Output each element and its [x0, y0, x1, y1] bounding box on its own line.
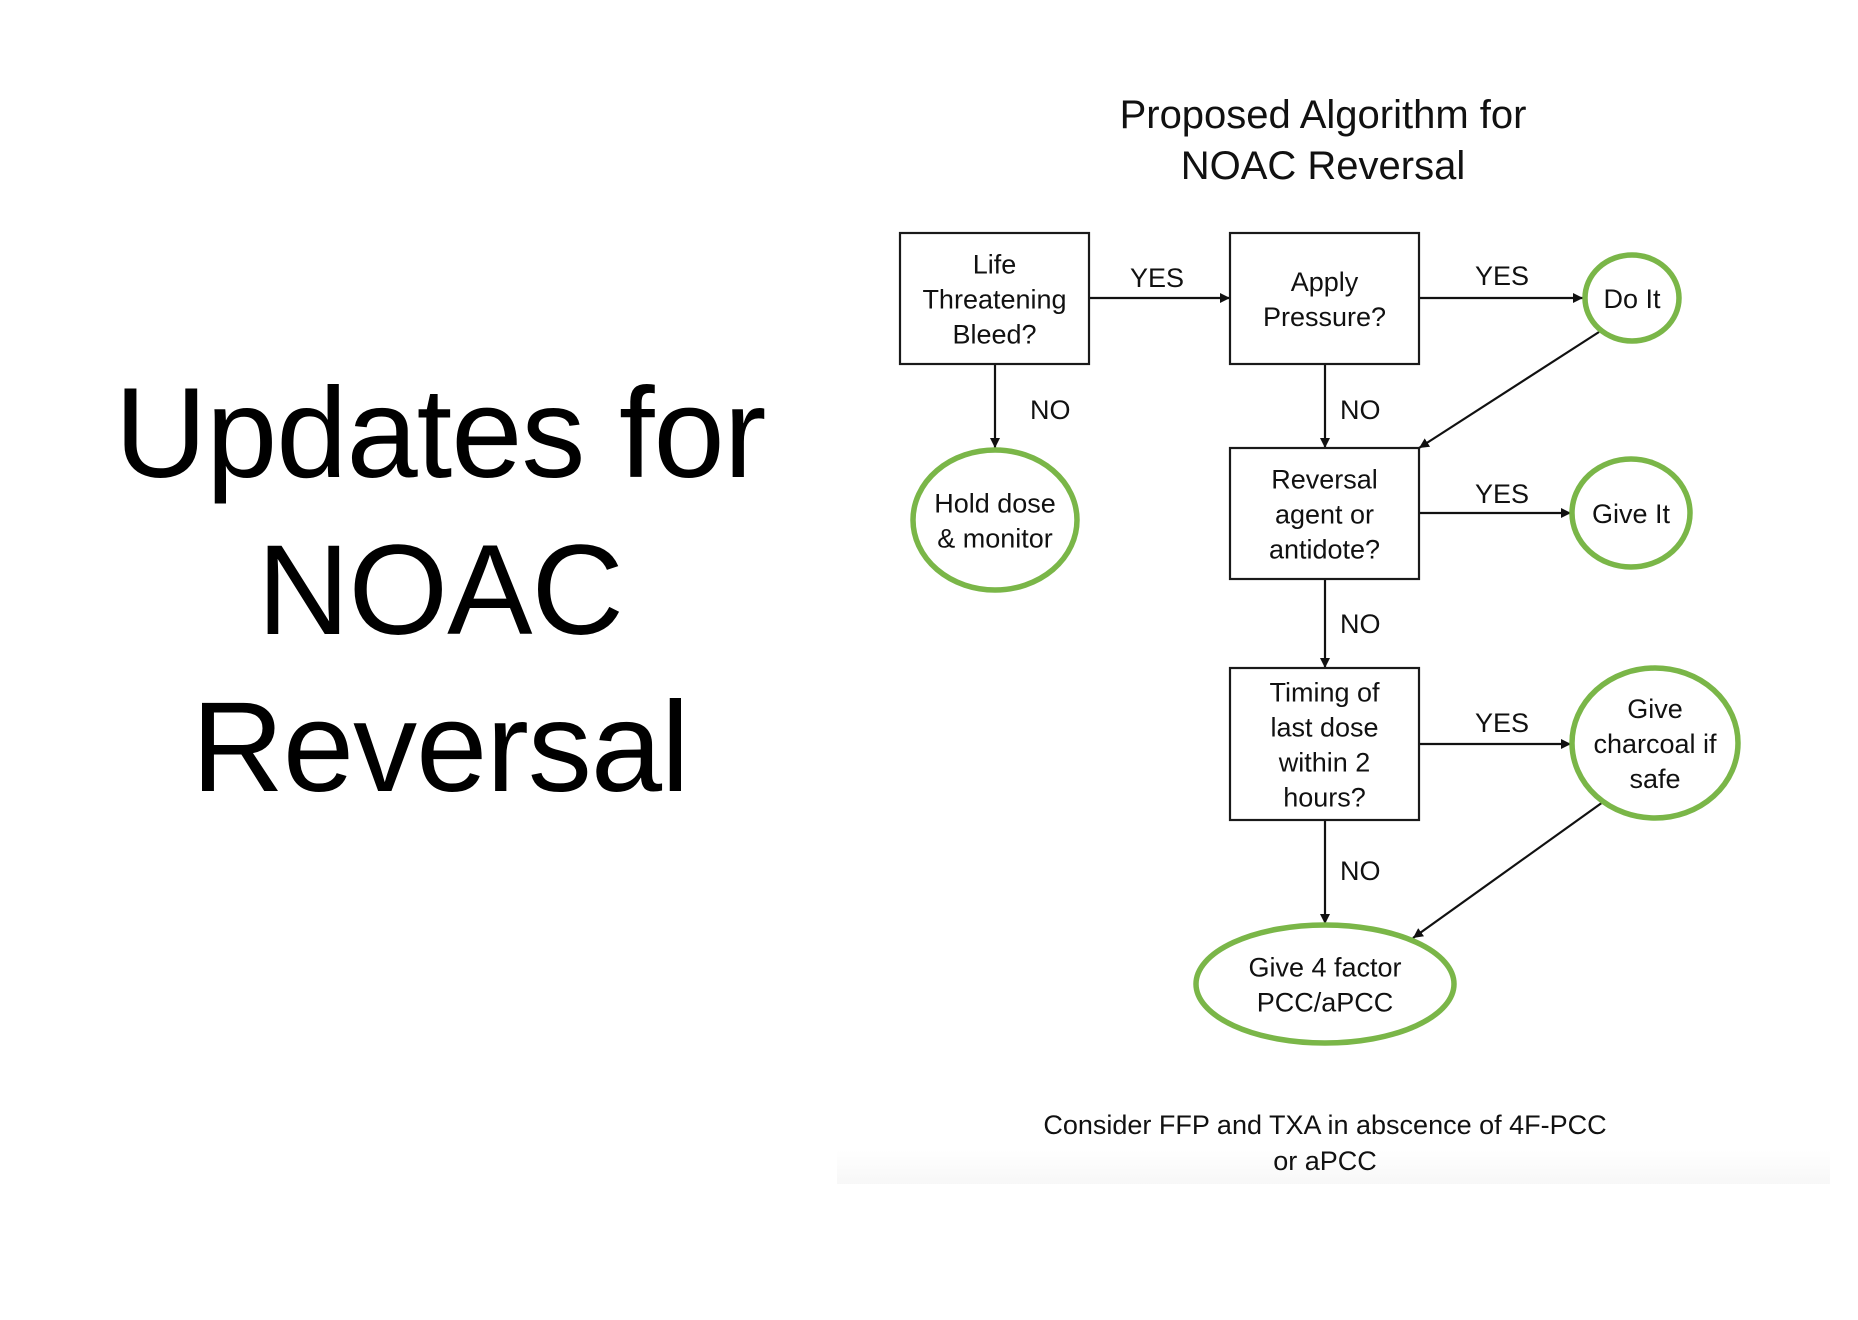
footnote-line: Consider FFP and TXA in abscence of 4F-P…	[1043, 1110, 1606, 1140]
arrow-connector	[1418, 331, 1600, 449]
edge-life-threatening-bleed-to-hold-dose: NO	[990, 364, 1071, 448]
edge-apply-pressure-to-reversal-agent: NO	[1320, 364, 1381, 448]
edge-give-charcoal-to-give-4-factor-pcc	[1412, 801, 1604, 939]
arrow-connector	[1412, 801, 1604, 939]
node-apply-pressure: Apply Pressure?	[1228, 231, 1421, 366]
edge-label-yes: YES	[1475, 708, 1529, 738]
node-timing-last-dose: Timing of last dose within 2 hours?	[1228, 666, 1421, 822]
edge-label-no: NO	[1340, 395, 1381, 425]
edge-reversal-agent-to-timing-last-dose: NO	[1320, 579, 1381, 668]
edge-label-no: NO	[1340, 609, 1381, 639]
node-text-line: Give	[1627, 694, 1683, 724]
node-text-line: within 2	[1278, 748, 1371, 778]
node-give-4-factor-pcc: Give 4 factor PCC/aPCC	[1193, 922, 1457, 1046]
node-text-line: Timing of	[1269, 678, 1380, 708]
node-text-line: safe	[1629, 764, 1680, 794]
node-text-line: Pressure?	[1263, 302, 1386, 332]
node-text-line: Give It	[1592, 499, 1671, 529]
edge-label-yes: YES	[1130, 263, 1184, 293]
node-reversal-agent: Reversal agent or antidote?	[1228, 446, 1421, 581]
node-text-line: Bleed?	[952, 320, 1036, 350]
node-give-charcoal: Give charcoal if safe	[1569, 665, 1741, 821]
footnote: Consider FFP and TXA in abscence of 4F-P…	[1043, 1110, 1606, 1176]
node-text-line: Hold dose	[934, 489, 1056, 519]
node-do-it: Do It	[1582, 252, 1682, 344]
terminal-ellipse	[1193, 922, 1457, 1046]
node-text-line: Give 4 factor	[1248, 953, 1401, 983]
footnote-line: or aPCC	[1273, 1146, 1377, 1176]
decision-box	[1228, 231, 1421, 366]
node-text-line: Life	[973, 250, 1017, 280]
node-text-line: Apply	[1291, 267, 1359, 297]
diagram-title-line: Proposed Algorithm for	[1120, 93, 1527, 137]
terminal-ellipse	[910, 447, 1080, 593]
edge-timing-last-dose-to-give-4-factor-pcc: NO	[1320, 820, 1381, 924]
edge-label-yes: YES	[1475, 479, 1529, 509]
edge-timing-last-dose-to-give-charcoal: YES	[1419, 708, 1571, 749]
node-hold-dose: Hold dose & monitor	[910, 447, 1080, 593]
node-life-threatening-bleed: Life Threatening Bleed?	[898, 231, 1091, 366]
node-text-line: charcoal if	[1593, 729, 1717, 759]
edge-reversal-agent-to-give-it: YES	[1419, 479, 1571, 518]
node-text-line: hours?	[1283, 783, 1366, 813]
diagram-title-line: NOAC Reversal	[1181, 144, 1466, 188]
nodes: Life Threatening Bleed? Apply Pressure? Do It…	[898, 231, 1741, 1046]
diagram-title: Proposed Algorithm for NOAC Reversal	[1120, 93, 1527, 188]
flowchart: Proposed Algorithm for NOAC Reversal YES…	[898, 93, 1741, 1176]
node-text-line: & monitor	[937, 524, 1053, 554]
node-text-line: last dose	[1270, 713, 1378, 743]
node-text-line: PCC/aPCC	[1257, 988, 1394, 1018]
node-give-it: Give It	[1569, 456, 1693, 570]
node-text-line: agent or	[1275, 500, 1374, 530]
edge-label-yes: YES	[1475, 261, 1529, 291]
edge-life-threatening-bleed-to-apply-pressure: YES	[1089, 263, 1230, 303]
edge-label-no: NO	[1340, 856, 1381, 886]
node-text-line: Do It	[1603, 284, 1661, 314]
edge-label-no: NO	[1030, 395, 1071, 425]
node-text-line: Threatening	[922, 285, 1066, 315]
node-text-line: Reversal	[1271, 465, 1378, 495]
node-text-line: antidote?	[1269, 535, 1380, 565]
edge-do-it-to-reversal-agent	[1418, 331, 1600, 449]
edge-apply-pressure-to-do-it: YES	[1419, 261, 1583, 303]
